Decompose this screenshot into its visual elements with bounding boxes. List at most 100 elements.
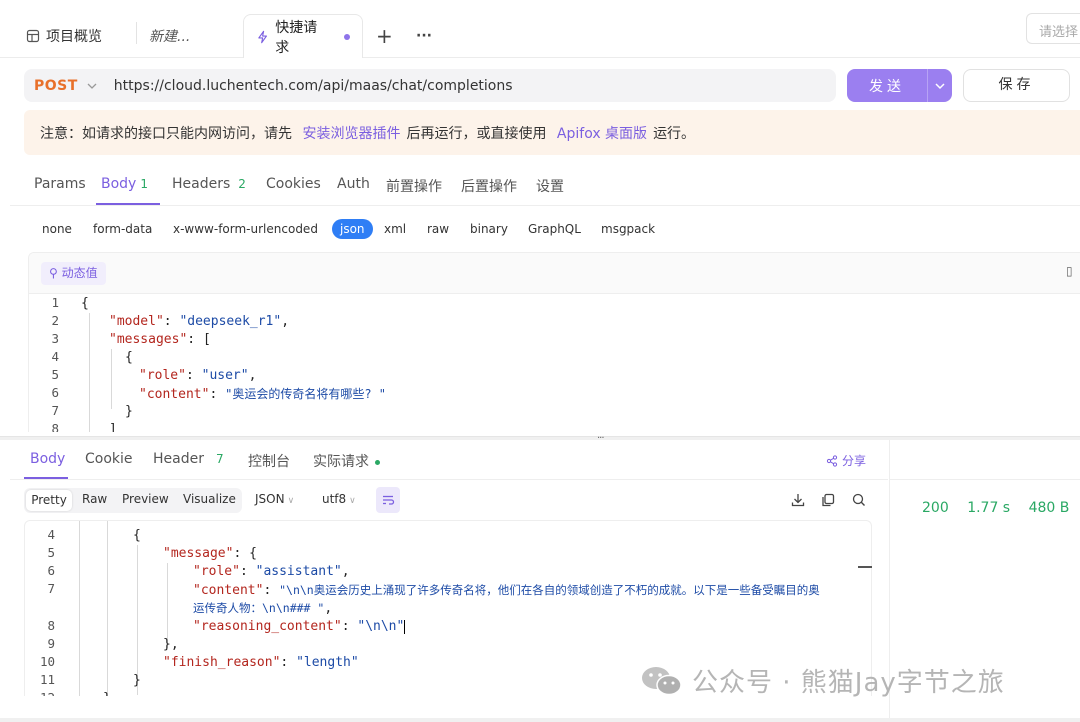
format-preview[interactable]: Preview bbox=[122, 492, 169, 506]
copy-icon[interactable] bbox=[820, 492, 836, 508]
line-number: 7 bbox=[47, 581, 55, 596]
line-number: 6 bbox=[51, 385, 59, 400]
response-tab-body[interactable]: Body bbox=[30, 451, 65, 467]
tab-pre-operations[interactable]: 前置操作 bbox=[386, 176, 442, 196]
scrollbar-thumb[interactable] bbox=[858, 566, 872, 568]
format-pretty[interactable]: Pretty bbox=[26, 490, 72, 511]
send-button[interactable]: 发送 bbox=[847, 69, 952, 102]
add-tab-button[interactable]: + bbox=[376, 14, 393, 58]
notice-text: 运行。 bbox=[653, 126, 696, 142]
response-tab-cookie[interactable]: Cookie bbox=[85, 451, 133, 467]
environment-select[interactable]: 请选择 bbox=[1026, 13, 1080, 44]
notice-text: 后再运行，或直接使用 bbox=[406, 126, 547, 142]
wrap-lines-icon bbox=[383, 495, 395, 505]
tab-settings[interactable]: 设置 bbox=[536, 176, 564, 196]
body-type-xml[interactable]: xml bbox=[384, 222, 406, 236]
response-type-select[interactable]: JSON ∨ bbox=[255, 492, 294, 506]
wechat-icon bbox=[642, 666, 682, 695]
send-options-button[interactable] bbox=[928, 80, 952, 92]
lightning-icon bbox=[258, 30, 267, 43]
code-line: "role": "user", bbox=[139, 368, 257, 383]
code-line: 运传奇人物：\n\n### ", bbox=[193, 601, 333, 616]
chevron-down-icon[interactable] bbox=[86, 80, 98, 92]
download-icon[interactable] bbox=[790, 492, 806, 508]
body-type-msgpack[interactable]: msgpack bbox=[601, 222, 655, 236]
line-number: 11 bbox=[39, 672, 55, 687]
line-number: 1 bbox=[51, 295, 59, 310]
count-badge: 1 bbox=[140, 177, 148, 191]
search-icon[interactable] bbox=[851, 492, 867, 508]
response-tab-actual-request[interactable]: 实际请求 bbox=[313, 451, 380, 471]
dynamic-value-button[interactable]: ⚲ 动态值 bbox=[41, 262, 106, 285]
send-label: 发送 bbox=[869, 78, 905, 95]
code-line: }, bbox=[163, 637, 179, 652]
install-plugin-link[interactable]: 安装浏览器插件 bbox=[302, 126, 400, 142]
notice-banner: 注意：如请求的接口只能内网访问，请先 安装浏览器插件 后再运行，或直接使用 Api… bbox=[24, 110, 1080, 155]
line-number: 5 bbox=[47, 545, 55, 560]
share-button[interactable]: 分享 bbox=[826, 452, 866, 469]
body-type-raw[interactable]: raw bbox=[427, 222, 449, 236]
editor-toolbar: ⚲ 动态值 bbox=[29, 253, 1080, 294]
code-line: "content": "奥运会的传奇名将有哪些? " bbox=[139, 387, 387, 402]
tab-cookies[interactable]: Cookies bbox=[266, 176, 321, 192]
body-type-json[interactable]: json bbox=[332, 219, 373, 239]
tab-params[interactable]: Params bbox=[34, 176, 86, 192]
format-raw[interactable]: Raw bbox=[82, 492, 107, 506]
status-code: 200 bbox=[922, 500, 949, 516]
desktop-app-link[interactable]: Apifox 桌面版 bbox=[557, 126, 647, 142]
tab-quick-request[interactable]: 快捷请求 bbox=[243, 14, 363, 58]
tab-body[interactable]: Body 1 bbox=[101, 176, 148, 192]
response-tab-console[interactable]: 控制台 bbox=[248, 451, 290, 471]
tab-label: 新建... bbox=[149, 29, 191, 45]
chevron-down-icon: ∨ bbox=[287, 496, 295, 506]
word-wrap-button[interactable] bbox=[376, 487, 400, 513]
line-number: 4 bbox=[51, 349, 59, 364]
line-number: 9 bbox=[47, 636, 55, 651]
method-select[interactable]: POST bbox=[34, 78, 78, 94]
count-badge: 7 bbox=[215, 452, 224, 466]
watermark: 公众号 · 熊猫Jay字节之旅 bbox=[640, 662, 1005, 699]
tab-project-overview[interactable]: 项目概览 bbox=[26, 14, 102, 58]
code-line: ] bbox=[109, 422, 117, 432]
code-line: { bbox=[125, 350, 133, 365]
tab-headers[interactable]: Headers 2 bbox=[172, 176, 246, 192]
tab-new[interactable]: 新建... bbox=[149, 14, 190, 58]
line-number: 3 bbox=[51, 331, 59, 346]
editor-tool-icon[interactable]: ▯ bbox=[1066, 264, 1073, 278]
line-number: 5 bbox=[51, 367, 59, 382]
encoding-select[interactable]: utf8 ∨ bbox=[322, 492, 356, 506]
body-type-form-data[interactable]: form-data bbox=[93, 222, 152, 236]
format-visualize[interactable]: Visualize bbox=[183, 492, 236, 506]
line-number: 6 bbox=[47, 563, 55, 578]
code-line: "message": { bbox=[163, 546, 257, 561]
tab-post-operations[interactable]: 后置操作 bbox=[461, 176, 517, 196]
more-icon: ··· bbox=[416, 28, 432, 44]
line-number: 12 bbox=[25, 690, 55, 696]
body-type-graphql[interactable]: GraphQL bbox=[528, 222, 581, 236]
url-input[interactable]: https://cloud.luchentech.com/api/maas/ch… bbox=[114, 78, 513, 94]
line-number: 7 bbox=[51, 403, 59, 418]
tab-auth[interactable]: Auth bbox=[337, 176, 370, 192]
response-status: 200 1.77 s 480 B bbox=[922, 500, 1069, 516]
more-tabs-button[interactable]: ··· bbox=[416, 14, 432, 58]
code-line: { bbox=[81, 296, 89, 311]
share-label: 分享 bbox=[842, 454, 867, 468]
share-icon bbox=[826, 454, 838, 467]
code-line: { bbox=[133, 528, 141, 543]
body-type-binary[interactable]: binary bbox=[470, 222, 508, 236]
response-size: 480 B bbox=[1028, 500, 1070, 516]
magic-wand-icon: ⚲ bbox=[49, 266, 62, 280]
body-type-urlencoded[interactable]: x-www-form-urlencoded bbox=[173, 222, 318, 236]
line-number: 8 bbox=[47, 618, 55, 633]
body-type-none[interactable]: none bbox=[42, 222, 72, 236]
dynamic-value-label: 动态值 bbox=[61, 266, 98, 280]
response-time: 1.77 s bbox=[967, 500, 1011, 516]
code-line: "reasoning_content": "\n\n" bbox=[193, 619, 406, 634]
code-line: } bbox=[133, 673, 141, 688]
overview-icon bbox=[26, 29, 40, 43]
tab-label: 快捷请求 bbox=[275, 19, 318, 56]
save-button[interactable]: 保存 bbox=[963, 69, 1070, 102]
request-body-editor[interactable]: ⚲ 动态值 1 2 3 4 5 6 7 8 { "model": "deepse… bbox=[28, 252, 1080, 432]
response-tab-header[interactable]: Header 7 bbox=[153, 451, 224, 467]
line-number: 8 bbox=[51, 421, 59, 432]
